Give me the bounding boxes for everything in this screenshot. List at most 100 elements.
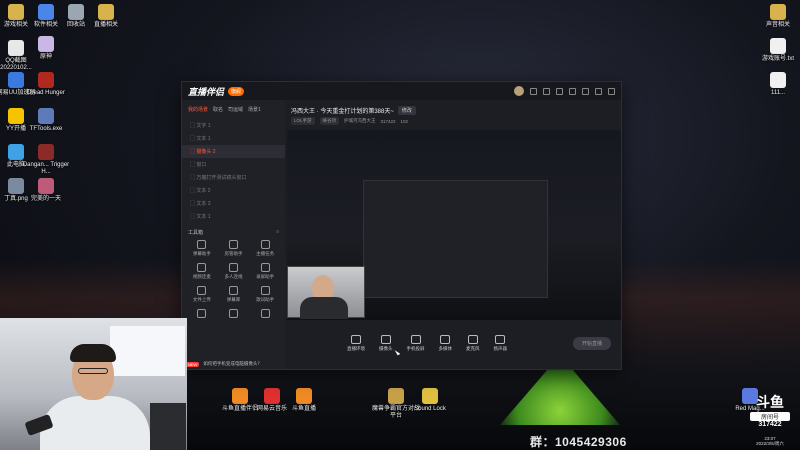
minimize-icon[interactable]: [582, 87, 589, 95]
phone-cast-label: 手机投屏: [406, 345, 425, 351]
toolbox-item[interactable]: [218, 309, 250, 320]
toolbox-item[interactable]: 房管助手: [218, 240, 250, 257]
env-button[interactable]: 直播环境: [347, 334, 365, 352]
toolbox-item[interactable]: 文件上传: [186, 286, 218, 303]
webcam-person-hair: [70, 344, 116, 362]
tool-label: 多人连线: [224, 274, 243, 279]
edition-badge[interactable]: 旗舰: [228, 86, 245, 96]
stream-meta: LOL手游 峡谷顶 护城河冯西大王 317422 102: [285, 117, 621, 125]
maximize-icon[interactable]: [595, 87, 602, 95]
toolbox-title: 工具箱: [188, 230, 204, 236]
menu-icon[interactable]: [569, 87, 576, 95]
desktop-icon-label: 原神: [39, 54, 52, 60]
tool-icon: [260, 309, 270, 318]
stream-title: 冯西大王 · 今天重金打计划的第388天~: [291, 109, 394, 115]
webcam-window-bg: [110, 326, 185, 376]
scene-item[interactable]: ▢ 文本 1: [182, 210, 285, 223]
tab-4[interactable]: 场景1: [248, 106, 261, 113]
mic-label: 麦克风: [466, 345, 480, 351]
desktop-app-icon: [38, 144, 54, 160]
settings-icon[interactable]: [556, 87, 563, 95]
scene-item[interactable]: ▢ 窗口: [182, 158, 285, 171]
toolbox-settings-icon[interactable]: ○: [276, 229, 279, 236]
room-id: 317422: [380, 118, 396, 124]
tab-3[interactable]: 司运域: [228, 106, 243, 113]
stream-title-row: 冯西大王 · 今天重金打计划的第388天~ 修改: [285, 100, 621, 117]
desktop-right-icon-2[interactable]: 111...: [752, 72, 800, 97]
desktop-icon-label: 直播相关: [93, 22, 118, 28]
scene-item[interactable]: ▢ 万魔打开测试镜头窗口: [182, 171, 285, 184]
scene-item[interactable]: ▢ 文字 1: [182, 119, 285, 132]
edit-title-button[interactable]: 修改: [397, 106, 416, 115]
room-name: 护城河冯西大王: [344, 118, 376, 123]
tool-label: 录屏助手: [256, 274, 275, 279]
scene-tabs: 我的场景 取名 司运域 场景1: [182, 100, 285, 119]
desktop-app-icon: [38, 108, 54, 124]
toolbox-header: 工具箱 ○: [182, 223, 285, 240]
tab-my-scenes[interactable]: 我的场景: [188, 106, 208, 113]
toolbox-item[interactable]: 弹幕库: [218, 286, 250, 303]
skin-icon[interactable]: [530, 87, 537, 95]
desktop-bottom-icon-2[interactable]: 斗鱼直播: [278, 388, 330, 413]
category-tag[interactable]: LOL手游: [291, 117, 315, 125]
phone-cast-button[interactable]: 手机投屏: [406, 334, 425, 352]
media-button[interactable]: 多媒体: [438, 334, 453, 352]
desktop-icon-13[interactable]: 完美的一天: [20, 178, 72, 203]
preview-area: 冯西大王 · 今天重金打计划的第388天~ 修改 LOL手游 峡谷顶 护城河冯西…: [285, 100, 621, 369]
toolbox-item[interactable]: 视频连麦: [186, 263, 218, 280]
camera-source-preview: [287, 266, 365, 319]
desktop-bottom-icon-label: Sound Lock: [414, 406, 446, 412]
desktop-bottom-icon-4[interactable]: Sound Lock: [404, 388, 456, 413]
tool-label: 弹幕库: [226, 297, 241, 302]
message-icon[interactable]: [543, 87, 550, 95]
new-badge: NEW: [186, 361, 200, 367]
desktop-icon-5[interactable]: 原神: [20, 36, 72, 61]
user-avatar[interactable]: [514, 86, 524, 96]
desktop-icon-3[interactable]: 直播相关: [80, 4, 132, 29]
desktop-right-icon-1[interactable]: 游戏账号.txt: [752, 38, 800, 63]
toolbox-item[interactable]: 多人连线: [218, 263, 250, 280]
start-stream-button[interactable]: 开始直播: [572, 336, 611, 350]
speaker-icon: [495, 334, 506, 344]
desktop-app-icon: [38, 36, 54, 52]
mic-button[interactable]: 麦克风: [466, 334, 480, 352]
toolbox-item[interactable]: 主播任务: [249, 240, 281, 257]
speaker-button[interactable]: 扬声器: [494, 334, 507, 352]
media-label: 多媒体: [438, 345, 453, 351]
bottom-hint[interactable]: NEW 如何把手机变成电脑摄像头？: [186, 361, 262, 367]
tool-label: 主播任务: [256, 251, 275, 256]
toolbox-item[interactable]: [186, 309, 218, 320]
tab-2[interactable]: 取名: [213, 106, 223, 113]
tool-label: 文件上传: [192, 297, 211, 302]
scene-item[interactable]: ▢ 文本 3: [182, 197, 285, 210]
env-icon: [351, 334, 361, 344]
desktop-icon-9[interactable]: TFTools.exe: [20, 108, 72, 133]
scene-item[interactable]: ▢ 文本 1: [182, 132, 285, 145]
camera-icon: [380, 334, 391, 344]
camera-button[interactable]: 摄像头: [379, 334, 393, 352]
desktop-icon-7[interactable]: Dread Hunger: [20, 72, 72, 97]
scene-item[interactable]: ▢ 文本 2: [182, 184, 285, 197]
desktop-icon-label: TFTools.exe: [29, 126, 63, 132]
subcategory-tag[interactable]: 峡谷顶: [319, 117, 340, 125]
toolbox-item[interactable]: 弹幕助手: [186, 240, 218, 257]
tool-icon: [228, 286, 238, 295]
toolbox-item[interactable]: 录屏助手: [249, 263, 281, 280]
close-icon[interactable]: [608, 87, 615, 95]
scene-item[interactable]: ▢ 摄像头 2: [182, 145, 285, 158]
app-titlebar: 直播伴侣 旗舰: [182, 82, 621, 100]
streamer-body: [300, 297, 348, 319]
desktop-right-icon-label: 游戏账号.txt: [761, 56, 794, 62]
desktop-right-icon-0[interactable]: 声音相关: [752, 4, 800, 29]
toolbox-item[interactable]: [249, 309, 281, 320]
desktop-icon-11[interactable]: Dangan... Trigger H...: [20, 144, 72, 176]
desktop-right-icon-label: 声音相关: [765, 22, 790, 28]
desktop-bottom-icon-label: 斗鱼直播: [291, 406, 316, 412]
room-logo-text: 斗鱼: [756, 394, 784, 410]
desktop-right-app-icon: [770, 4, 786, 20]
toolbox-item[interactable]: 歌词助手: [249, 286, 281, 303]
mic-icon: [467, 334, 478, 344]
scene-list: ▢ 文字 1 ▢ 文本 1 ▢ 摄像头 2 ▢ 窗口 ▢ 万魔打开测试镜头窗口 ▢ 文本 …: [182, 119, 285, 223]
desktop-right-app-icon: [770, 38, 786, 54]
clock-date: 2022/3/5/周六: [756, 441, 784, 446]
